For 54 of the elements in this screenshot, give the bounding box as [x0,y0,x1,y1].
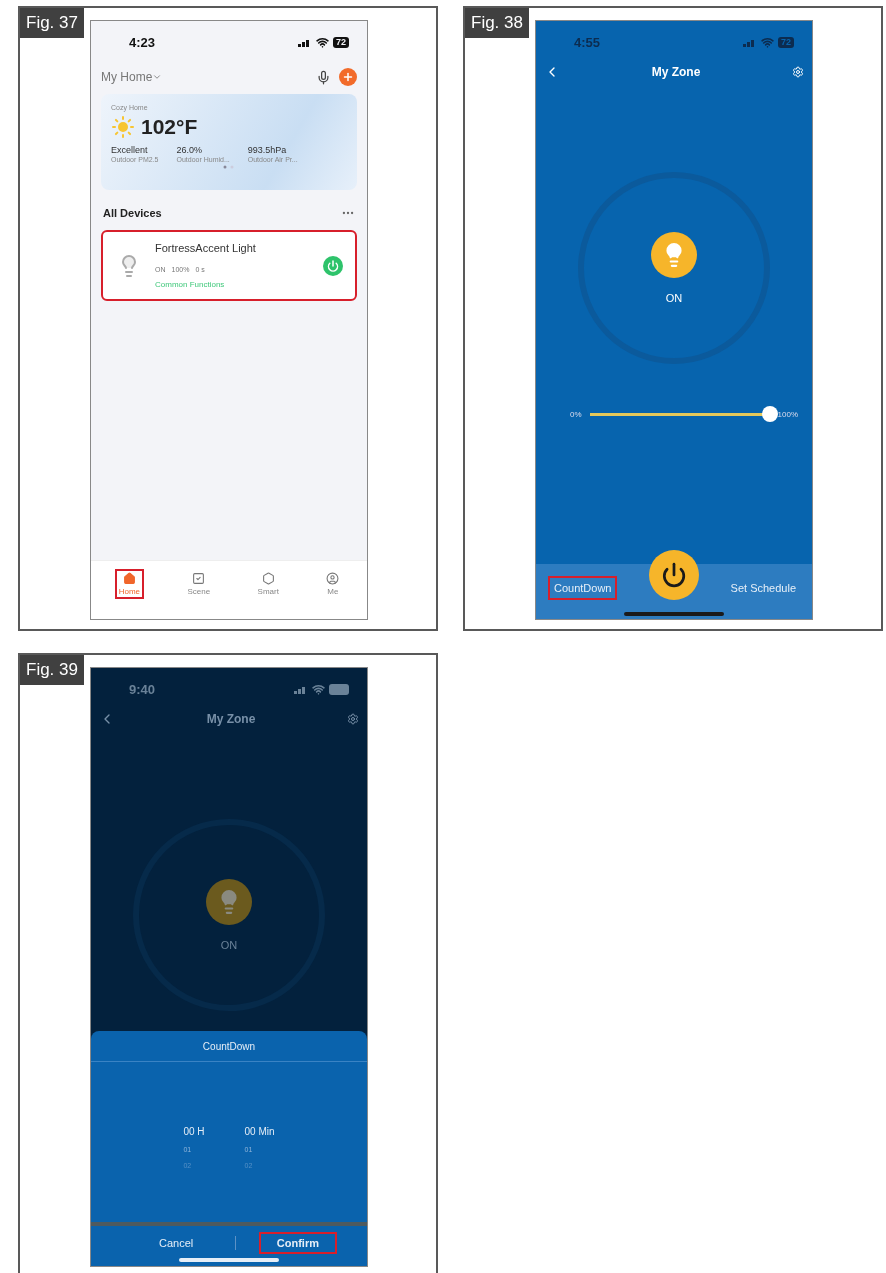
signal-icon [298,38,312,47]
status-time: 4:55 [574,35,601,50]
figure-label: Fig. 39 [20,655,84,685]
temperature: 102°F [141,115,198,139]
state-label: ON [220,939,238,951]
state-label: ON [665,292,683,304]
action-button[interactable]: Set Schedule [724,576,802,600]
signal-icon [294,685,308,694]
weather-value: 993.5hPa [247,145,288,155]
weather-value: Excellent [111,145,149,155]
slider-max: 100% [777,409,798,419]
tab-icon [122,572,136,585]
power-icon [661,562,687,588]
cancel-button[interactable]: Cancel [141,1232,212,1254]
battery-icon: 72 [333,37,349,48]
bulb-button[interactable] [206,879,252,925]
wifi-icon [312,683,325,696]
sun-icon [111,115,135,139]
device-name: FortressAccent Light [155,242,257,254]
screen-title: My Zone [206,712,256,726]
caret-icon [152,72,163,82]
slider-thumb[interactable] [761,406,778,422]
section-title: All Devices [103,207,162,219]
screen-title: My Zone [651,65,701,79]
figure-label: Fig. 38 [465,8,529,38]
status-time: 4:23 [129,35,156,50]
home-selector[interactable]: My Home [101,70,308,84]
nav-tab[interactable]: Smart [253,569,283,599]
confirm-button[interactable]: Confirm [258,1232,337,1254]
power-icon [327,259,339,272]
bulb-button[interactable] [651,232,697,278]
tab-icon [192,572,206,585]
nav-tab[interactable]: Home [114,569,145,599]
action-button[interactable]: CountDown [548,576,618,600]
plus-icon [342,71,354,83]
settings-icon[interactable] [347,713,359,725]
microphone-icon[interactable] [316,69,331,85]
common-functions-link[interactable]: Common Functions [155,280,309,289]
tab-icon [326,572,340,585]
wifi-icon [761,36,774,49]
weather-value: 26.0% [176,145,203,155]
power-button[interactable] [649,550,699,600]
wifi-icon [316,36,329,49]
nav-tab[interactable]: Scene [183,569,215,599]
add-button[interactable] [339,68,357,86]
nav-tab[interactable]: Me [322,569,344,599]
battery-icon: 72 [778,37,794,48]
sheet-title: CountDown [91,1031,367,1062]
figure-label: Fig. 37 [20,8,84,38]
status-time: 9:40 [129,682,156,697]
battery-icon [329,684,349,695]
tab-icon [261,572,275,585]
signal-icon [743,38,757,47]
slider-min: 0% [570,409,582,419]
